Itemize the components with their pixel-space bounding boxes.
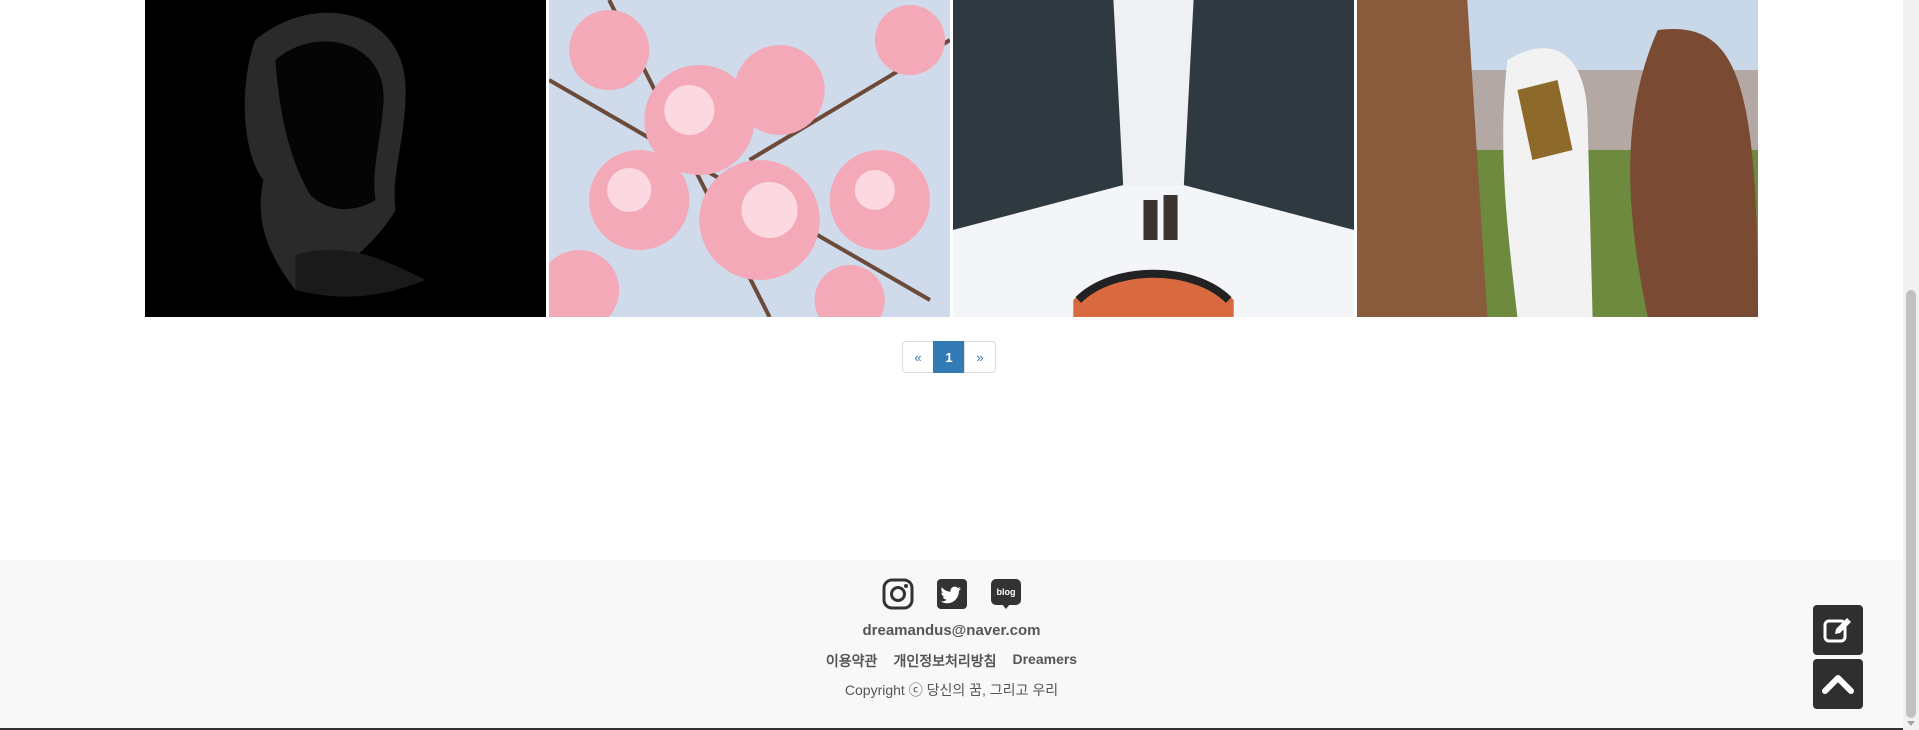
scroll-top-button[interactable] <box>1813 659 1863 709</box>
copyright-text: Copyright ⓒ 당신의 꿈, 그리고 우리 <box>844 682 1059 698</box>
oil-wrestling-photo <box>1357 0 1758 317</box>
gallery-item-oil-wrestling[interactable] <box>1357 0 1758 317</box>
cherry-blossom-photo <box>549 0 950 317</box>
scrollbar-thumb[interactable] <box>1906 290 1916 718</box>
instagram-icon[interactable] <box>882 578 914 610</box>
blog-icon[interactable]: blog <box>990 578 1022 610</box>
gallery-item-cherry-blossom[interactable] <box>549 0 950 317</box>
photo-gallery <box>145 0 1758 317</box>
twitter-icon[interactable] <box>936 578 968 610</box>
scroll-down-arrow-icon[interactable] <box>1907 721 1915 726</box>
page-1-button[interactable]: 1 <box>933 341 965 373</box>
next-page-button[interactable]: » <box>964 341 996 373</box>
dreamers-link[interactable]: Dreamers <box>1012 651 1077 671</box>
gallery-item-hooded-figure[interactable] <box>145 0 546 317</box>
pagination: « 1 » <box>902 341 996 373</box>
contact-email: dreamandus@naver.com <box>862 622 1041 639</box>
terms-link[interactable]: 이용약관 <box>826 651 878 671</box>
social-links: blog <box>0 578 1903 610</box>
gallery-item-dog-sled[interactable] <box>953 0 1354 317</box>
write-icon <box>1823 618 1851 643</box>
blog-icon-label: blog <box>996 587 1015 597</box>
scroll-top-icon <box>1822 675 1854 694</box>
prev-page-button[interactable]: « <box>902 341 934 373</box>
footer-links: 이용약관 개인정보처리방침 Dreamers <box>0 651 1903 671</box>
vertical-scrollbar[interactable] <box>1903 0 1919 730</box>
privacy-policy-link[interactable]: 개인정보처리방침 <box>893 651 996 671</box>
footer: blog dreamandus@naver.com 이용약관 개인정보처리방침 … <box>0 560 1919 730</box>
hooded-figure-photo <box>145 0 546 317</box>
dog-sled-snow-forest-photo <box>953 0 1354 317</box>
write-button[interactable] <box>1813 605 1863 655</box>
